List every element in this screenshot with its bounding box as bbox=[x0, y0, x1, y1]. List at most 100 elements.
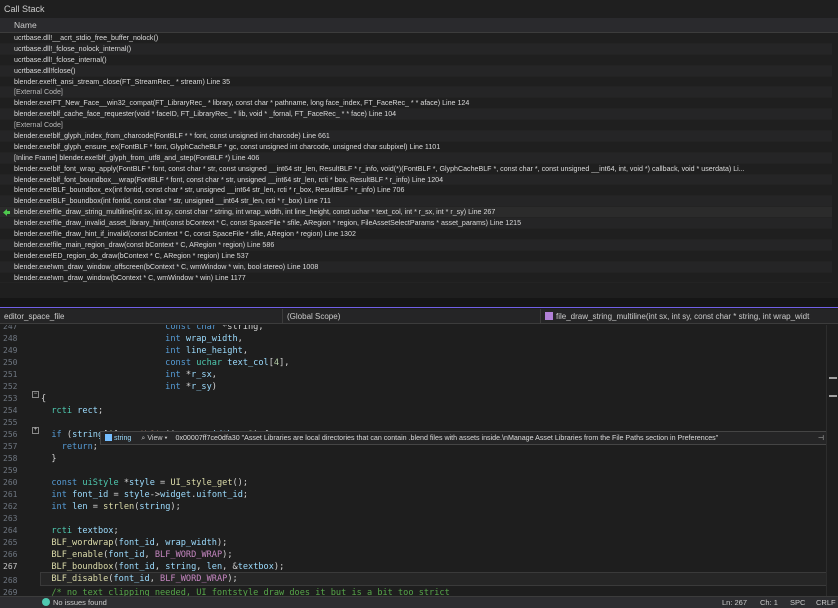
datatip-expression: string bbox=[101, 432, 131, 444]
datatip-view-button[interactable]: ⌕ View ▾ bbox=[133, 432, 167, 444]
scope-label: (Global Scope) bbox=[287, 312, 341, 321]
call-stack-frame[interactable]: blender.exe!ft_ansi_stream_close(FT_Stre… bbox=[0, 77, 838, 88]
call-stack-frame[interactable]: blender.exe!blf_font_boundbox__wrap(Font… bbox=[0, 174, 838, 186]
call-stack-scrollbar[interactable] bbox=[832, 33, 838, 295]
call-stack-frame-text: blender.exe!FT_New_Face__win32_compat(FT… bbox=[14, 99, 470, 108]
call-stack-frame-text: blender.exe!file_draw_hint_if_invalid(co… bbox=[14, 230, 356, 239]
scope-dropdown[interactable]: (Global Scope) bbox=[282, 309, 538, 324]
scrollbar-marker bbox=[829, 395, 837, 397]
code-line[interactable]: BLF_enable(font_id, BLF_WORD_WRAP); bbox=[41, 549, 232, 561]
call-stack-frame[interactable]: blender.exe!BLF_boundbox_ex(int fontid, … bbox=[0, 185, 838, 197]
call-stack-frame[interactable]: ucrtbase.dll!_fclose_nolock_internal() bbox=[0, 43, 838, 55]
call-stack-frame-text: blender.exe!file_draw_invalid_asset_libr… bbox=[14, 219, 522, 228]
panel-splitter[interactable] bbox=[0, 298, 838, 308]
call-stack-frame-text: blender.exe!file_draw_string_multiline(i… bbox=[14, 208, 496, 217]
project-dropdown[interactable]: editor_space_file bbox=[0, 309, 280, 324]
code-line[interactable]: int *r_sy) bbox=[41, 381, 217, 393]
call-stack-frame[interactable]: [Inline Frame] blender.exe!blf_glyph_fro… bbox=[0, 152, 838, 164]
call-stack-frame-text: blender.exe!blf_glyph_index_from_charcod… bbox=[14, 132, 330, 141]
call-stack-frame-text: blender.exe!ED_region_do_draw(bContext *… bbox=[14, 251, 249, 260]
call-stack-frame-text: blender.exe!blf_cache_face_requester(voi… bbox=[14, 110, 397, 119]
code-line[interactable]: int len = strlen(string); bbox=[41, 501, 180, 513]
line-number: 248 bbox=[3, 334, 18, 343]
line-ending-indicator[interactable]: CRLF bbox=[816, 597, 836, 608]
call-stack-frame-text: blender.exe!BLF_boundbox(int fontid, con… bbox=[14, 197, 331, 206]
call-stack-frame[interactable]: blender.exe!blf_font_wrap_apply(FontBLF … bbox=[0, 164, 838, 175]
debug-datatip[interactable]: string ⌕ View ▾ 0x00007ff7ce0dfa30 "Asse… bbox=[100, 431, 828, 445]
call-stack-frame[interactable]: ucrtbase.dll!fclose() bbox=[0, 65, 838, 77]
call-stack-frame[interactable]: blender.exe!ED_region_do_draw(bContext *… bbox=[0, 251, 838, 262]
call-stack-frame-text: blender.exe!blf_font_wrap_apply(FontBLF … bbox=[14, 164, 745, 173]
call-stack-panel: Call Stack Name ucrtbase.dll!__acrt_stdi… bbox=[0, 0, 838, 298]
call-stack-frame[interactable]: ucrtbase.dll!_fclose_internal() bbox=[0, 55, 838, 66]
code-line[interactable]: { bbox=[41, 393, 46, 405]
call-stack-frame-text: ucrtbase.dll!_fclose_internal() bbox=[14, 55, 107, 64]
call-stack-frame[interactable]: blender.exe!file_main_region_draw(const … bbox=[0, 239, 838, 251]
call-stack-frame-text: ucrtbase.dll!__acrt_stdio_free_buffer_no… bbox=[14, 34, 159, 42]
line-number: 268 bbox=[3, 576, 18, 585]
call-stack-frame-text: blender.exe!wm_draw_window_offscreen(bCo… bbox=[14, 262, 319, 271]
call-stack-frame[interactable]: blender.exe!BLF_boundbox(int fontid, con… bbox=[0, 196, 838, 208]
line-number: 258 bbox=[3, 454, 18, 463]
line-number: 257 bbox=[3, 442, 18, 451]
expand-icon[interactable]: + bbox=[32, 427, 39, 434]
datatip-value: 0x00007ff7ce0dfa30 "Asset Libraries are … bbox=[175, 434, 719, 442]
code-line[interactable]: /* no text clipping needed, UI_fontstyle… bbox=[41, 587, 449, 596]
code-line[interactable]: int line_height, bbox=[41, 345, 248, 357]
call-stack-frame-current[interactable]: blender.exe!file_draw_string_multiline(i… bbox=[0, 207, 838, 219]
code-line[interactable]: int *r_sx, bbox=[41, 369, 217, 381]
call-stack-frame[interactable]: blender.exe!wm_draw_window(bContext * C,… bbox=[0, 273, 838, 284]
line-number-gutter: 247 248 249 250 251 252 253 254 255 256 257 258 259 2… bbox=[0, 325, 40, 596]
call-stack-frame[interactable]: blender.exe!blf_glyph_index_from_charcod… bbox=[0, 131, 838, 142]
call-stack-frame[interactable]: [External Code] bbox=[0, 120, 838, 132]
call-stack-frame[interactable]: blender.exe!FT_New_Face__win32_compat(FT… bbox=[0, 98, 838, 110]
call-stack-frame[interactable]: blender.exe!file_draw_invalid_asset_libr… bbox=[0, 218, 838, 230]
status-bar: No issues found Ln: 267 Ch: 1 SPC CRLF bbox=[0, 596, 838, 608]
line-number: 260 bbox=[3, 478, 18, 487]
call-stack-frame[interactable]: blender.exe!blf_glyph_ensure_ex(FontBLF … bbox=[0, 142, 838, 153]
call-stack-column-name[interactable]: Name bbox=[0, 18, 838, 33]
call-stack-title: Call Stack bbox=[0, 0, 838, 18]
code-line[interactable]: rcti rect; bbox=[41, 405, 103, 417]
line-number: 247 bbox=[3, 325, 18, 331]
magnifier-icon: ⌕ bbox=[141, 434, 146, 442]
whitespace-indicator[interactable]: SPC bbox=[790, 597, 805, 608]
line-number: 262 bbox=[3, 502, 18, 511]
column-indicator[interactable]: Ch: 1 bbox=[760, 597, 778, 608]
code-editor[interactable]: 247 248 249 250 251 252 253 254 255 256 257 258 259 2… bbox=[0, 325, 838, 596]
code-line[interactable]: const char *string, bbox=[41, 325, 263, 333]
line-number: 267 bbox=[3, 562, 18, 571]
collapse-icon[interactable]: − bbox=[32, 391, 39, 398]
check-circle-icon bbox=[42, 598, 50, 606]
editor-scrollbar[interactable] bbox=[826, 325, 838, 596]
code-line[interactable]: rcti textbox; bbox=[41, 525, 118, 537]
issues-indicator[interactable]: No issues found bbox=[42, 597, 107, 608]
call-stack-frame-text: ucrtbase.dll!_fclose_nolock_internal() bbox=[14, 44, 132, 53]
call-stack-frame-text: [External Code] bbox=[14, 88, 63, 97]
call-stack-frame[interactable]: ucrtbase.dll!__acrt_stdio_free_buffer_no… bbox=[0, 33, 838, 44]
call-stack-frame-text: blender.exe!ft_ansi_stream_close(FT_Stre… bbox=[14, 77, 231, 86]
scrollbar-marker bbox=[829, 377, 837, 379]
line-number: 261 bbox=[3, 490, 18, 499]
call-stack-frame[interactable]: blender.exe!blf_cache_face_requester(voi… bbox=[0, 109, 838, 121]
call-stack-frame-text: blender.exe!wm_draw_window(bContext * C,… bbox=[14, 273, 246, 282]
call-stack-list: ucrtbase.dll!__acrt_stdio_free_buffer_no… bbox=[0, 33, 838, 284]
code-line[interactable]: const uchar text_col[4], bbox=[41, 357, 289, 369]
code-line-current[interactable]: BLF_disable(font_id, BLF_WORD_WRAP); bbox=[40, 571, 827, 587]
code-line[interactable]: const uiStyle *style = UI_style_get(); bbox=[41, 477, 248, 489]
line-indicator[interactable]: Ln: 267 bbox=[722, 597, 747, 608]
code-line[interactable]: return; bbox=[41, 441, 98, 453]
call-stack-frame[interactable]: [External Code] bbox=[0, 87, 838, 99]
line-number: 259 bbox=[3, 466, 18, 475]
code-line[interactable]: BLF_boundbox(font_id, string, len, &text… bbox=[41, 561, 284, 573]
function-dropdown[interactable]: file_draw_string_multiline(int sx, int s… bbox=[540, 309, 838, 324]
call-stack-frame[interactable]: blender.exe!file_draw_hint_if_invalid(co… bbox=[0, 229, 838, 240]
code-line[interactable]: int font_id = style->widget.uifont_id; bbox=[41, 489, 248, 501]
code-line[interactable]: } bbox=[41, 453, 56, 465]
code-line[interactable]: BLF_wordwrap(font_id, wrap_width); bbox=[41, 537, 227, 549]
call-stack-frame[interactable]: blender.exe!wm_draw_window_offscreen(bCo… bbox=[0, 261, 838, 273]
code-line[interactable]: int wrap_width, bbox=[41, 333, 243, 345]
pin-icon[interactable]: ⊣ bbox=[818, 432, 824, 444]
function-label: file_draw_string_multiline(int sx, int s… bbox=[556, 312, 810, 321]
line-number: 251 bbox=[3, 370, 18, 379]
